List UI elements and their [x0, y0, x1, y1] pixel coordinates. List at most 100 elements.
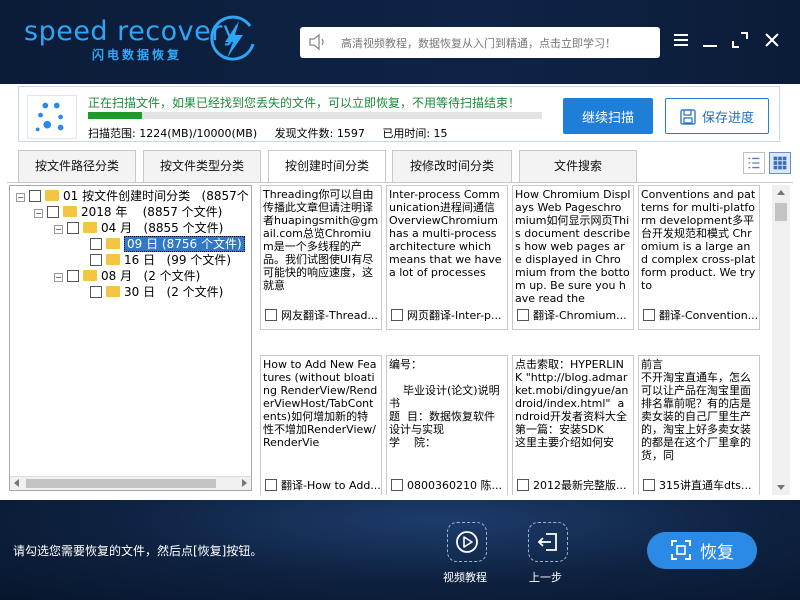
checkbox[interactable] [67, 270, 79, 282]
tree-selected-label: 09 日 (8756 个文件) [124, 236, 245, 252]
footer-bar: 请勾选您需要恢复的文件，然后点[恢复]按钮。 视频教程 上一步 恢复 [0, 500, 800, 600]
file-card[interactable]: Threading你可以自由传播此文章但请注明译者huapingsmith@gm… [260, 185, 382, 330]
checkbox[interactable] [29, 190, 41, 202]
search-box[interactable]: 高清视频教程，数据恢复从入门到精通，点击立即学习！ [300, 27, 660, 58]
grid-vertical-scrollbar[interactable] [772, 185, 790, 495]
scroll-thumb[interactable] [26, 479, 216, 488]
minimize-icon[interactable] [700, 30, 720, 50]
list-view-icon[interactable] [743, 152, 765, 174]
tree-label: 01 按文件创建时间分类 [63, 189, 191, 203]
tree-item-month-04[interactable]: − 04 月 (8855 个文件) [54, 220, 223, 236]
checkbox[interactable] [67, 222, 79, 234]
logo-subtitle: 闪电数据恢复 [92, 48, 183, 62]
file-checkbox[interactable] [391, 309, 403, 321]
category-tabs: 按文件路径分类 按文件类型分类 按创建时间分类 按修改时间分类 文件搜索 [18, 150, 638, 183]
play-icon [456, 531, 478, 553]
tree-count: (99 个文件) [166, 253, 231, 267]
search-placeholder: 高清视频教程，数据恢复从入门到精通，点击立即学习！ [341, 37, 616, 50]
file-card[interactable]: How to Add New Features (without bloatin… [260, 355, 382, 495]
recover-button[interactable]: 恢复 [647, 532, 757, 569]
menu-icon[interactable] [671, 30, 691, 50]
collapse-icon[interactable]: − [54, 273, 63, 282]
recover-scan-icon [671, 540, 691, 560]
scroll-right-icon[interactable] [242, 479, 247, 487]
file-preview-text: 点击索取：HYPERLINK "http://blog.admarket.mob… [515, 358, 629, 449]
file-preview-text: Threading你可以自由传播此文章但请注明译者huapingsmith@gm… [263, 188, 379, 292]
scroll-left-icon[interactable] [14, 479, 19, 487]
save-progress-label: 保存进度 [701, 110, 754, 126]
found-count: 发现文件数: 1597 [274, 127, 365, 140]
tab-by-modified-time[interactable]: 按修改时间分类 [392, 150, 512, 182]
file-name: 315讲直通车dts... [659, 479, 752, 492]
collapse-icon[interactable]: − [16, 193, 25, 202]
main-panel: 正在扫描文件，如果已经找到您丢失的文件，可以立即恢复，不用等待扫描结束！ 扫描范… [0, 84, 800, 500]
folder-tree: −01 按文件创建时间分类 (8857个 −2018 年 (8857 个文件) … [9, 185, 252, 491]
video-tutorial-label[interactable]: 视频教程 [443, 569, 487, 585]
file-card[interactable]: 编号： 毕业设计(论文)说明书 题 目：数据恢复软件设计与实现 学 院： 080… [386, 355, 508, 495]
file-card[interactable]: 点击索取：HYPERLINK "http://blog.admarket.mob… [512, 355, 634, 495]
back-label[interactable]: 上一步 [529, 569, 562, 585]
file-card[interactable]: Inter-process Communication进程间通信 Overvie… [386, 185, 508, 330]
scroll-down-icon[interactable] [777, 485, 785, 490]
file-name: 网页翻译-Inter-p... [407, 309, 502, 322]
file-preview-text: 前言 不开淘宝直通车，怎么可以让产品在淘宝里面排名靠前呢？有的店是卖女装的自己厂… [641, 358, 751, 462]
file-name: 翻译-Convention... [659, 309, 759, 322]
file-card[interactable]: 前言 不开淘宝直通车，怎么可以让产品在淘宝里面排名靠前呢？有的店是卖女装的自己厂… [638, 355, 760, 495]
file-checkbox[interactable] [265, 479, 277, 491]
back-button[interactable] [528, 522, 568, 562]
continue-scan-button[interactable]: 继续扫描 [563, 98, 653, 134]
maximize-icon[interactable] [730, 30, 750, 50]
collapse-icon[interactable]: − [34, 209, 43, 218]
tree-item-year[interactable]: − 2018 年 (8857 个文件) [34, 204, 222, 220]
checkbox[interactable] [90, 254, 102, 266]
checkbox[interactable] [47, 206, 59, 218]
recover-hint: 请勾选您需要恢复的文件，然后点[恢复]按钮。 [13, 544, 263, 558]
tree-label: 2018 年 [81, 205, 128, 219]
file-checkbox[interactable] [265, 309, 277, 321]
tab-file-search[interactable]: 文件搜索 [519, 150, 637, 182]
file-preview-text: How to Add New Features (without bloatin… [263, 358, 378, 449]
scroll-thumb[interactable] [775, 203, 787, 221]
tree-item-day-09[interactable]: 09 日 (8756 个文件) [90, 236, 245, 252]
tree-label: 04 月 [101, 221, 133, 235]
file-preview-text: 编号： 毕业设计(论文)说明书 题 目：数据恢复软件设计与实现 学 院： [389, 358, 500, 449]
tab-by-path[interactable]: 按文件路径分类 [18, 150, 136, 182]
file-name: 2012最新完整版... [533, 479, 627, 492]
tree-item-day-30[interactable]: 30 日 (2 个文件) [90, 284, 223, 300]
scanning-dots-icon [27, 95, 77, 139]
folder-icon [45, 190, 59, 201]
grid-view-icon[interactable] [769, 152, 791, 174]
scan-progress-bar [88, 112, 542, 119]
file-preview-text: Conventions and patterns for multi-platf… [641, 188, 756, 292]
tree-item-month-08[interactable]: − 08 月 (2 个文件) [54, 268, 200, 284]
file-card[interactable]: Conventions and patterns for multi-platf… [638, 185, 760, 330]
tree-item-root[interactable]: − 01 按文件创建时间分类 (8857个 [16, 188, 249, 204]
tree-item-day-16[interactable]: 16 日 (99 个文件) [90, 252, 231, 268]
elapsed-time: 已用时间: 15 [382, 127, 448, 140]
tree-count: (8857 个文件) [142, 205, 223, 219]
tab-by-created-time[interactable]: 按创建时间分类 [268, 150, 386, 183]
video-tutorial-button[interactable] [447, 522, 487, 562]
checkbox[interactable] [90, 238, 102, 250]
scan-status-panel: 正在扫描文件，如果已经找到您丢失的文件，可以立即恢复，不用等待扫描结束！ 扫描范… [18, 86, 780, 142]
save-progress-button[interactable]: 保存进度 [665, 98, 769, 134]
tab-by-type[interactable]: 按文件类型分类 [143, 150, 261, 182]
file-name: 翻译-How to Add... [281, 479, 381, 492]
file-name: 网友翻译-Thread... [281, 309, 378, 322]
file-checkbox[interactable] [643, 309, 655, 321]
scroll-up-icon[interactable] [777, 190, 785, 195]
tree-horizontal-scrollbar[interactable] [10, 476, 251, 490]
file-checkbox[interactable] [391, 479, 403, 491]
file-checkbox[interactable] [643, 479, 655, 491]
file-checkbox[interactable] [517, 309, 529, 321]
file-checkbox[interactable] [517, 479, 529, 491]
file-card[interactable]: How Chromium Displays Web Pageschromium如… [512, 185, 634, 330]
folder-icon [106, 286, 120, 297]
tree-label: 08 月 [101, 269, 133, 283]
checkbox[interactable] [90, 286, 102, 298]
close-icon[interactable] [762, 30, 782, 50]
tree-count: (2 个文件) [166, 285, 224, 299]
folder-icon [83, 222, 97, 233]
title-bar: speed recovery 闪电数据恢复 高清视频教程，数据恢复从入门到精通，… [0, 0, 800, 84]
collapse-icon[interactable]: − [54, 225, 63, 234]
